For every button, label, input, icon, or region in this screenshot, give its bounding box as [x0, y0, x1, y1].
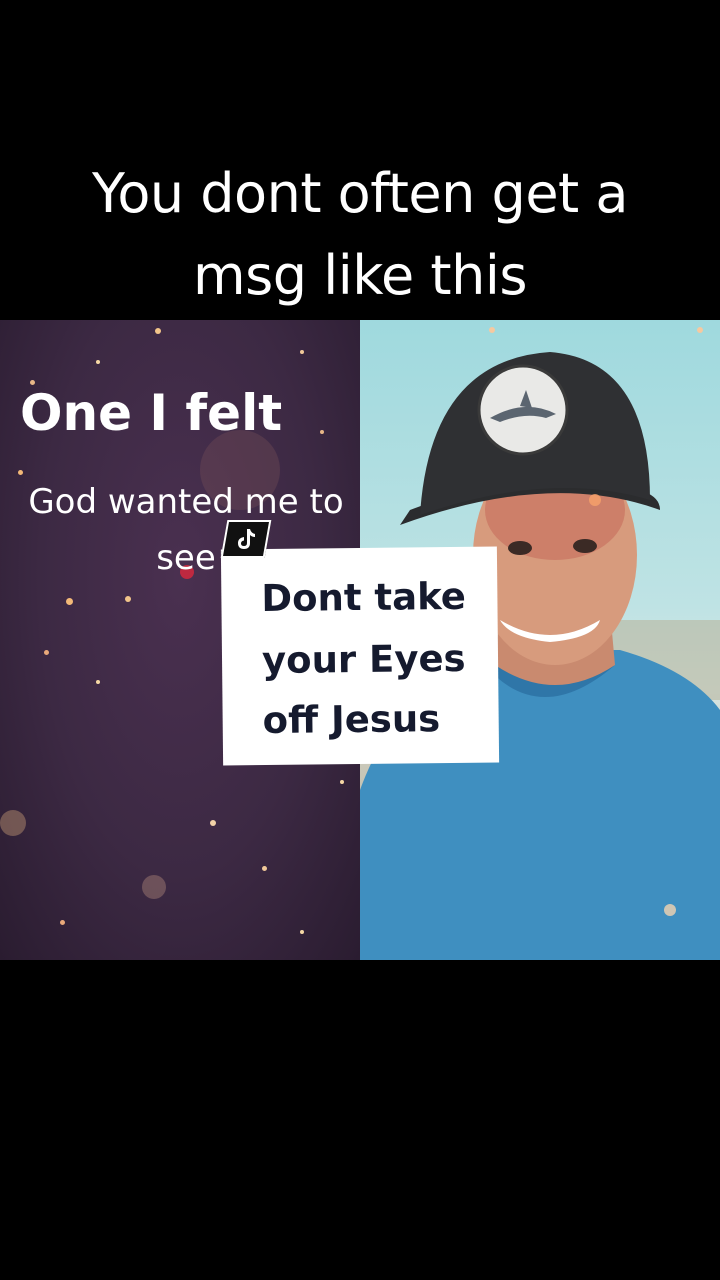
bokeh-spark — [210, 820, 216, 826]
left-subtitle-line-1: God wanted me to — [28, 482, 344, 522]
bokeh-spark — [262, 866, 267, 871]
bokeh-spark — [0, 810, 26, 836]
bokeh-spark — [60, 920, 65, 925]
bokeh-spark — [300, 930, 304, 934]
bokeh-spark — [142, 875, 166, 899]
bokeh-spark — [125, 596, 131, 602]
caption-line-1: You dont often get a — [92, 162, 628, 225]
caption-block: You dont often get a msg like this — [0, 0, 720, 320]
sticker-line-1: Dont take — [261, 574, 467, 621]
shark-patch-icon — [477, 364, 569, 456]
bokeh-spark — [300, 350, 304, 354]
sticker-line-3: off Jesus — [262, 697, 441, 743]
bokeh-spark — [44, 650, 49, 655]
tiktok-logo-icon — [220, 520, 272, 558]
bottom-black-area — [0, 960, 720, 1280]
bokeh-spark — [96, 680, 100, 684]
left-title: One I felt — [20, 384, 283, 442]
video-frame[interactable]: One I felt God wanted me to see Dont tak… — [0, 320, 720, 960]
bokeh-spark — [155, 328, 161, 334]
text-sticker[interactable]: Dont take your Eyes off Jesus — [220, 546, 500, 766]
sticker-line-2: your Eyes — [261, 636, 466, 683]
bokeh-spark — [96, 360, 100, 364]
bokeh-spark — [320, 430, 324, 434]
caption-line-2: msg like this — [193, 244, 527, 307]
bokeh-spark — [340, 780, 344, 784]
bokeh-spark — [66, 598, 73, 605]
